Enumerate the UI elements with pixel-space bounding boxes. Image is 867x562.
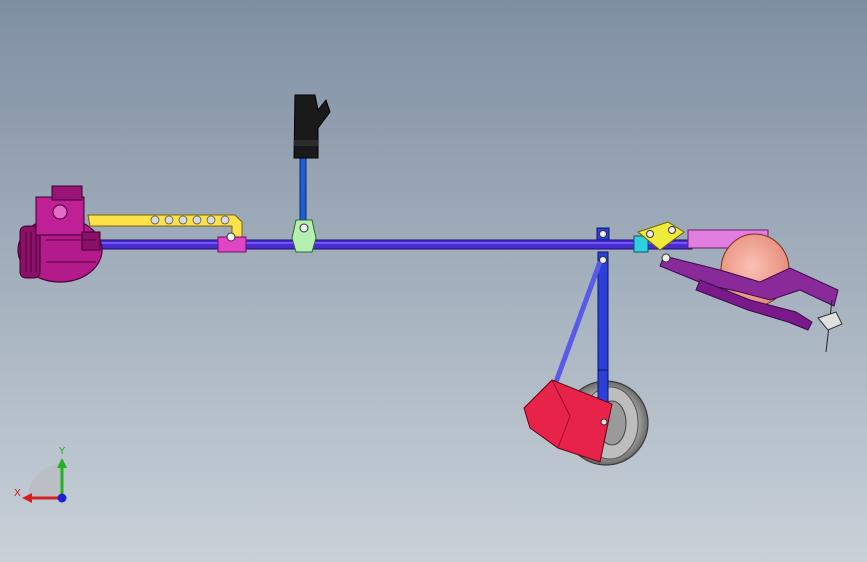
cad-viewport[interactable]: Y X <box>0 0 867 562</box>
z-axis-dot <box>57 493 67 503</box>
cad-scene: Y X <box>0 0 867 562</box>
handle-stem <box>299 154 307 226</box>
main-shaft[interactable] <box>91 239 693 250</box>
x-axis-label: X <box>14 488 21 499</box>
y-axis-label: Y <box>58 446 66 457</box>
